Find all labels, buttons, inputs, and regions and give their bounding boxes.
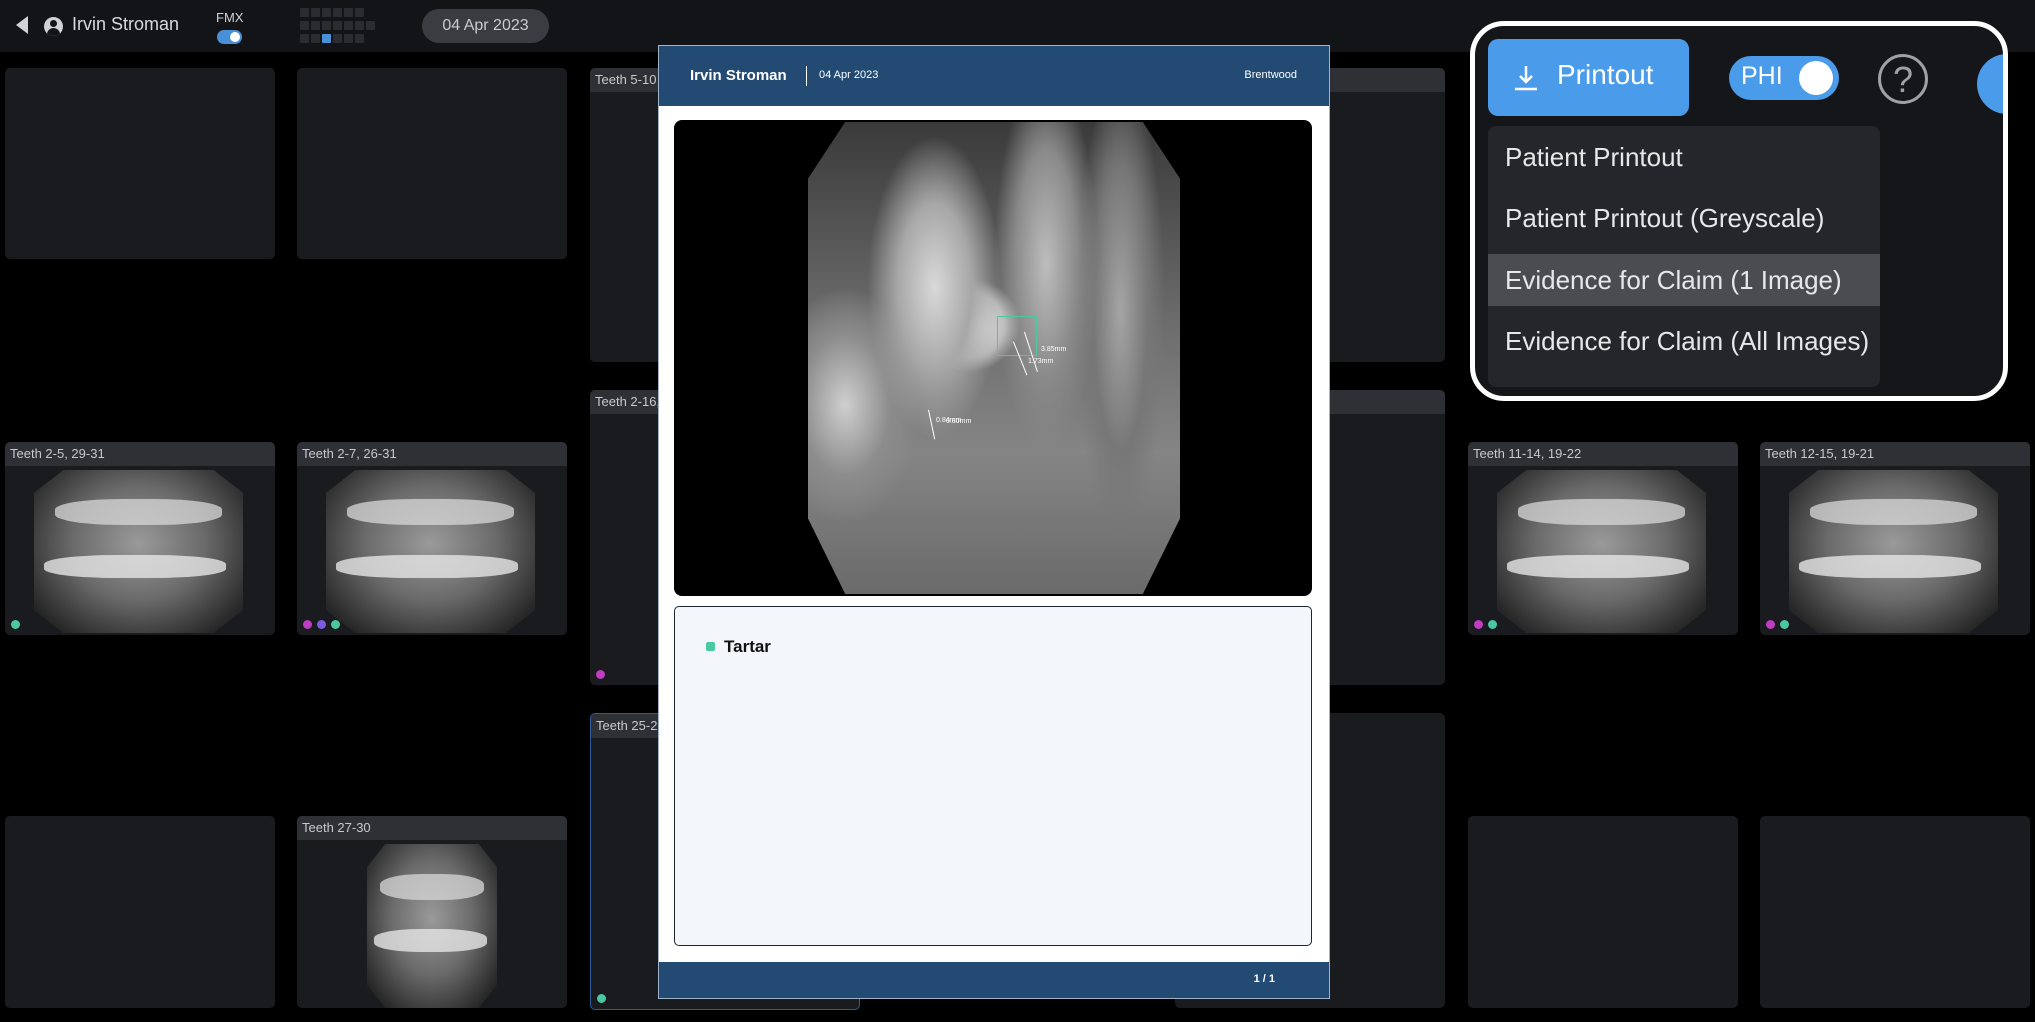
tile-label: Teeth 11-14, 19-22 [1468,442,1738,466]
xray-thumbnail [1497,470,1706,633]
avatar[interactable] [1977,54,2003,114]
tile-label: Teeth 2-5, 29-31 [5,442,275,466]
printout-menu: Patient Printout Patient Printout (Greys… [1488,126,1880,387]
image-tile[interactable] [1760,816,2030,1008]
menu-item-patient-printout[interactable]: Patient Printout [1488,131,1880,183]
menu-item-evidence-one-image[interactable]: Evidence for Claim (1 Image) [1488,254,1880,306]
fmx-layout-map[interactable] [300,6,386,48]
image-tile[interactable] [297,68,567,259]
findings-section: Tartar [674,606,1312,946]
fmx-toggle[interactable] [217,30,242,44]
finding-dots [597,994,606,1003]
xray-thumbnail [1789,470,1998,633]
menu-item-evidence-all-images[interactable]: Evidence for Claim (All Images) [1488,315,1880,367]
date-selector[interactable]: 04 Apr 2023 [422,9,549,43]
image-tile[interactable]: Teeth 2-5, 29-31 [5,442,275,635]
patient-name: Irvin Stroman [72,14,180,34]
document-date: 04 Apr 2023 [819,69,879,81]
toggle-knob [1799,61,1833,95]
finding-dots [1766,620,1789,629]
image-tile[interactable]: Teeth 2-7, 26-31 [297,442,567,635]
fmx-label: FMX [216,10,244,25]
page-number: 1 / 1 [1253,973,1275,985]
finding-dots [303,620,340,629]
document-patient-name: Irvin Stroman [690,67,787,84]
xray-image-panel: 3.85mm 1.73mm 0.84mm 0.80mm [674,120,1312,596]
image-tile[interactable]: Teeth 11-14, 19-22 [1468,442,1738,635]
xray-thumbnail [326,470,535,633]
menu-item-patient-printout-greyscale[interactable]: Patient Printout (Greyscale) [1488,192,1880,244]
measurement-label: 3.85mm [1041,346,1067,353]
back-arrow-icon[interactable] [16,16,28,34]
finding-label: Tartar [724,637,771,656]
printout-button[interactable]: Printout [1488,39,1689,116]
user-icon [44,17,63,36]
xray-image [808,122,1180,594]
finding-dots [11,620,20,629]
printout-label: Printout [1557,59,1654,90]
measurement-label: 1.73mm [1028,358,1054,365]
image-tile[interactable]: Teeth 27-30 [297,816,567,1008]
header-divider [806,66,807,86]
image-tile[interactable] [5,816,275,1008]
printout-panel: Printout PHI ? Patient Printout Patient … [1470,21,2008,401]
image-tile[interactable]: Teeth 12-15, 19-21 [1760,442,2030,635]
document-location: Brentwood [1244,69,1297,81]
tile-label: Teeth 2-7, 26-31 [297,442,567,466]
phi-toggle[interactable]: PHI [1729,56,1839,100]
help-icon[interactable]: ? [1878,54,1928,104]
finding-dots [596,670,605,679]
tile-label: Teeth 12-15, 19-21 [1760,442,2030,466]
phi-label: PHI [1741,62,1783,90]
printout-preview: Irvin Stroman 04 Apr 2023 Brentwood 3.85… [658,45,1330,999]
image-tile[interactable] [5,68,275,259]
xray-thumbnail [367,844,497,1008]
download-icon [1515,66,1537,91]
image-tile[interactable] [1468,816,1738,1008]
xray-thumbnail [34,470,243,633]
document-header: Irvin Stroman 04 Apr 2023 Brentwood [659,46,1329,106]
document-footer: 1 / 1 [659,962,1329,998]
tile-label: Teeth 27-30 [297,816,567,840]
finding-dots [1474,620,1497,629]
tartar-color-marker [706,642,715,651]
measurement-label: 0.80mm [946,418,972,425]
